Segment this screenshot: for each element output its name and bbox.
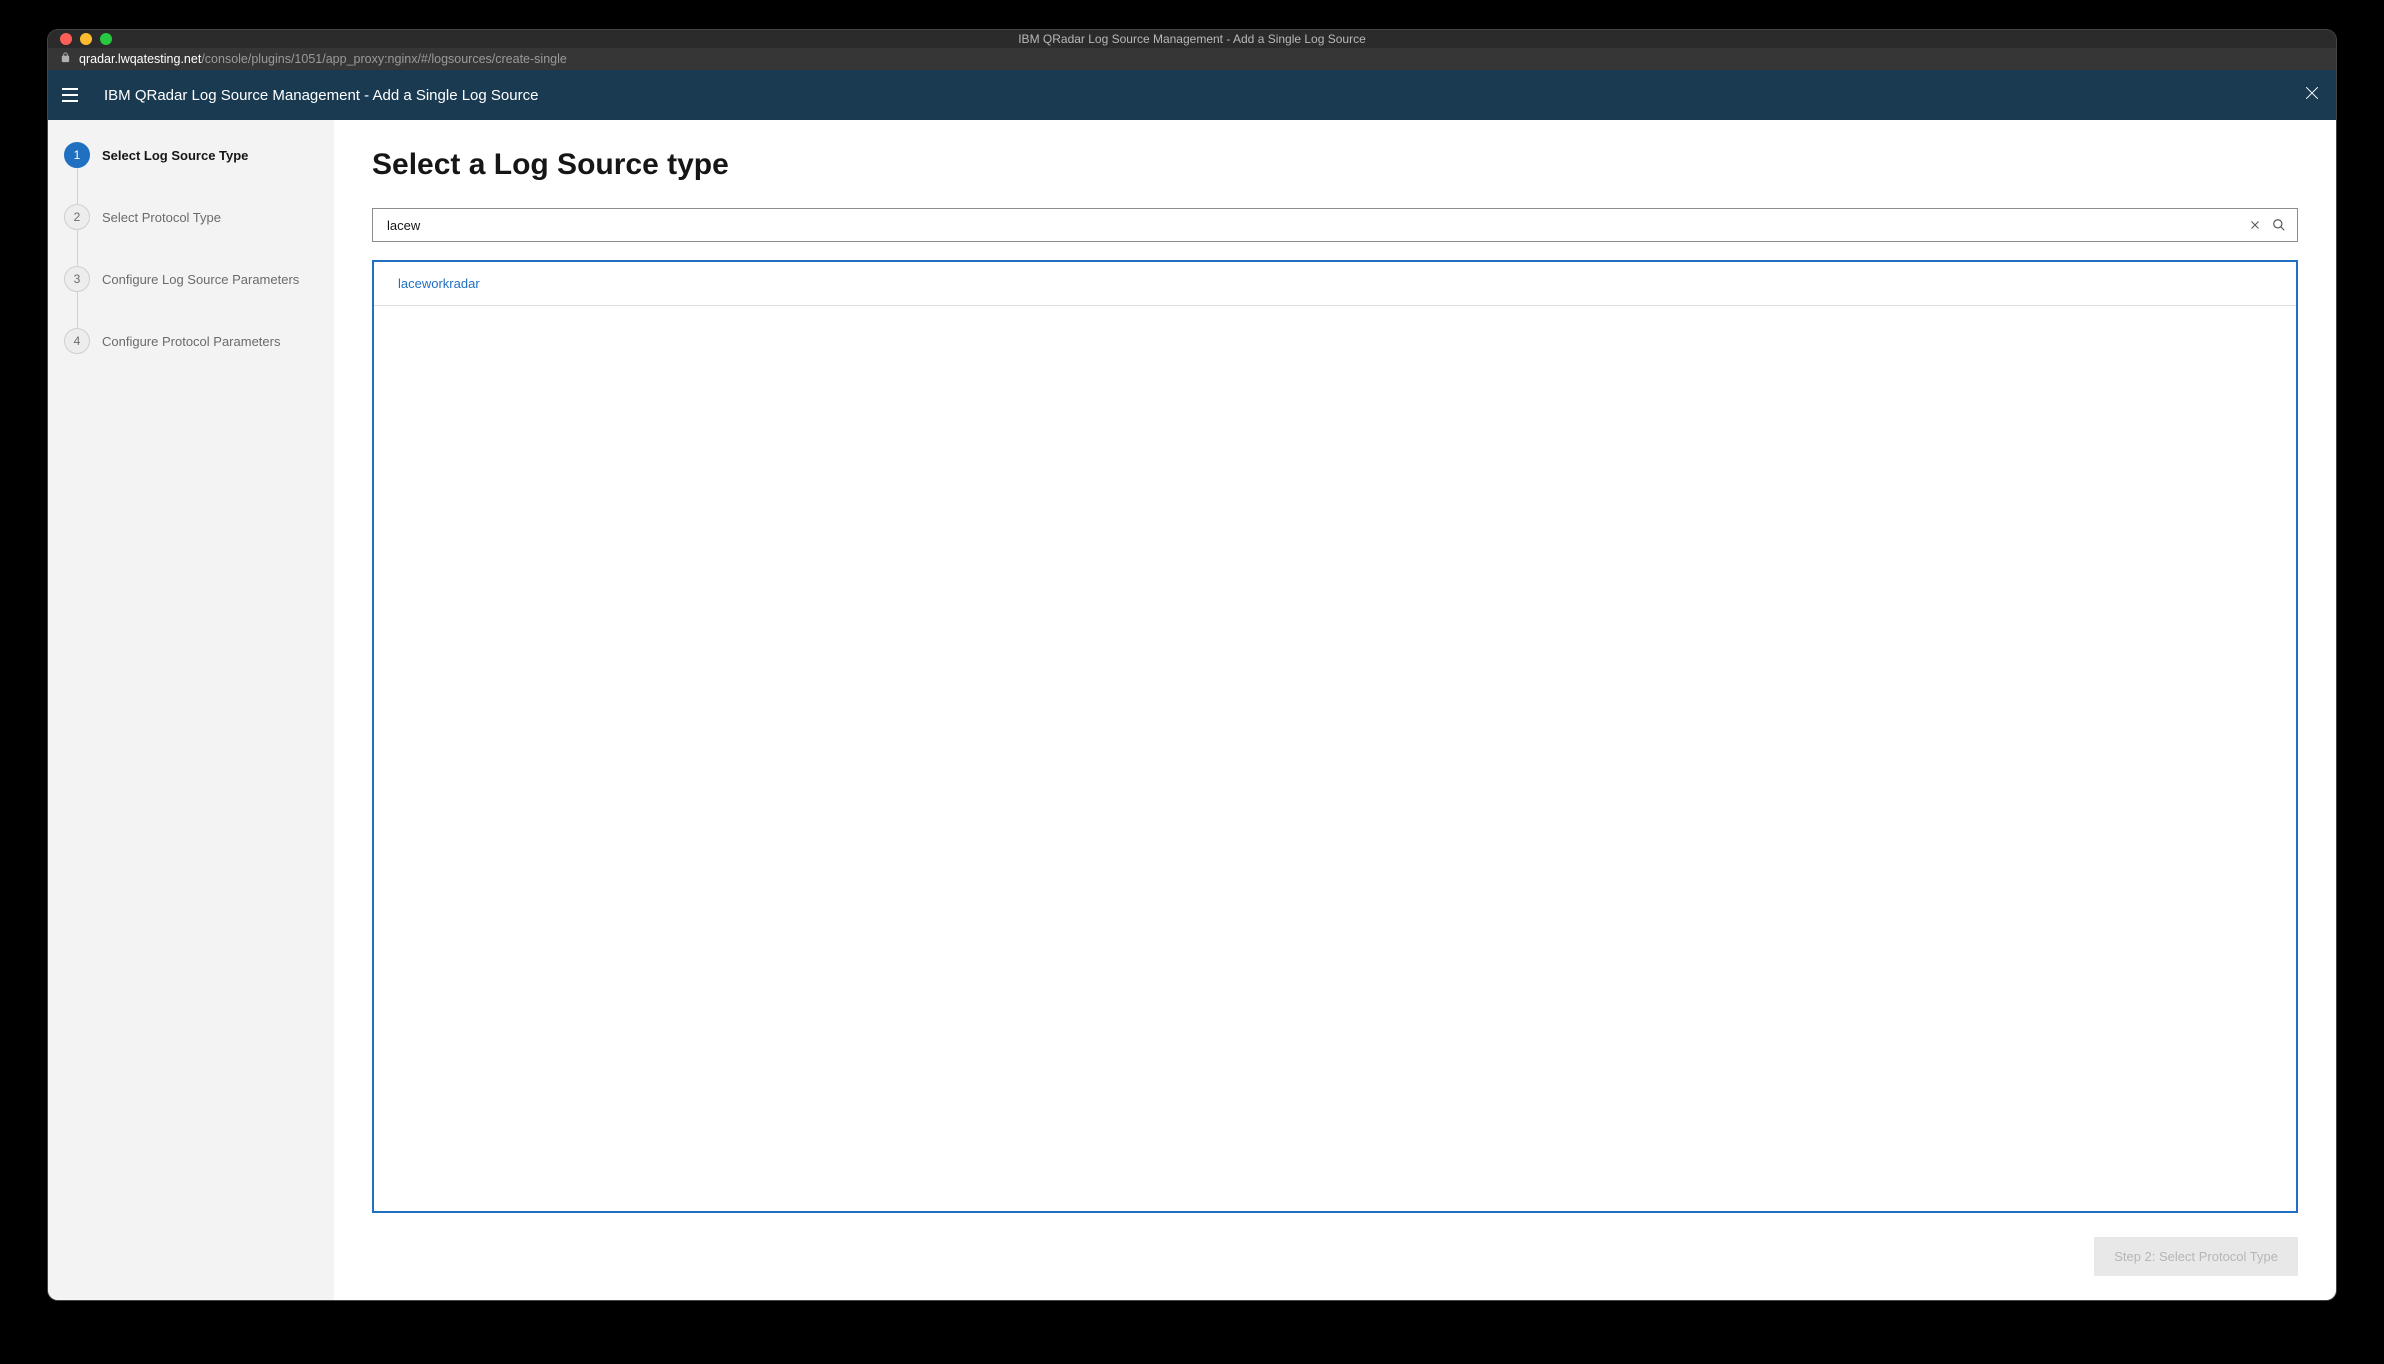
step-number: 3 <box>64 266 90 292</box>
result-label: laceworkradar <box>398 276 480 291</box>
app-title: IBM QRadar Log Source Management - Add a… <box>104 87 538 104</box>
window-minimize-button[interactable] <box>80 33 92 45</box>
results-list: laceworkradar <box>372 260 2298 1213</box>
step-connector <box>77 168 78 204</box>
step-number: 1 <box>64 142 90 168</box>
hamburger-menu-icon[interactable] <box>62 85 82 105</box>
step-label: Configure Log Source Parameters <box>102 272 299 287</box>
url-path: /console/plugins/1051/app_proxy:nginx/#/… <box>201 52 567 66</box>
page-title: Select a Log Source type <box>372 148 2298 182</box>
browser-window: IBM QRadar Log Source Management - Add a… <box>48 30 2336 1300</box>
step-number: 2 <box>64 204 90 230</box>
main-panel: Select a Log Source type laceworkradar S… <box>334 120 2336 1300</box>
close-icon[interactable] <box>2302 83 2322 107</box>
next-step-button[interactable]: Step 2: Select Protocol Type <box>2094 1237 2298 1276</box>
log-source-type-search-input[interactable] <box>387 218 2239 233</box>
window-titlebar: IBM QRadar Log Source Management - Add a… <box>48 30 2336 48</box>
search-icon[interactable] <box>2271 217 2287 233</box>
step-label: Configure Protocol Parameters <box>102 334 280 349</box>
step-4[interactable]: 4 Configure Protocol Parameters <box>64 328 318 354</box>
search-container <box>372 208 2298 242</box>
app-header: IBM QRadar Log Source Management - Add a… <box>48 70 2336 120</box>
clear-search-icon[interactable] <box>2247 217 2263 233</box>
log-source-type-option[interactable]: laceworkradar <box>374 262 2296 306</box>
window-maximize-button[interactable] <box>100 33 112 45</box>
step-number: 4 <box>64 328 90 354</box>
traffic-lights <box>60 33 112 45</box>
address-bar[interactable]: qradar.lwqatesting.net/console/plugins/1… <box>48 48 2336 70</box>
lock-icon <box>60 52 71 66</box>
step-3[interactable]: 3 Configure Log Source Parameters <box>64 266 318 328</box>
step-1[interactable]: 1 Select Log Source Type <box>64 142 318 204</box>
window-close-button[interactable] <box>60 33 72 45</box>
footer-actions: Step 2: Select Protocol Type <box>372 1213 2298 1276</box>
stepper-sidebar: 1 Select Log Source Type 2 Select Protoc… <box>48 120 334 1300</box>
window-title: IBM QRadar Log Source Management - Add a… <box>1018 32 1366 46</box>
step-label: Select Log Source Type <box>102 148 248 163</box>
step-connector <box>77 292 78 328</box>
step-label: Select Protocol Type <box>102 210 221 225</box>
step-connector <box>77 230 78 266</box>
url-host: qradar.lwqatesting.net <box>79 52 201 66</box>
content-area: 1 Select Log Source Type 2 Select Protoc… <box>48 120 2336 1300</box>
step-2[interactable]: 2 Select Protocol Type <box>64 204 318 266</box>
url-text: qradar.lwqatesting.net/console/plugins/1… <box>79 52 567 66</box>
